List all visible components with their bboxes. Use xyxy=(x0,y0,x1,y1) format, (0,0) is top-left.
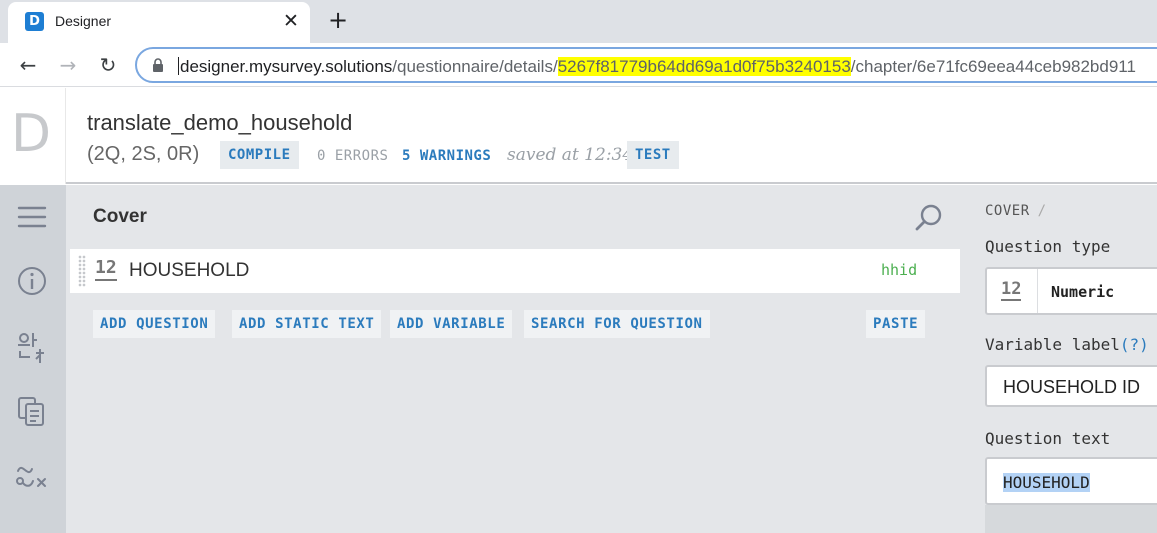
add-variable-button[interactable]: ADD VARIABLE xyxy=(390,310,513,338)
question-row[interactable]: 12 HOUSEHOLD hhid xyxy=(70,249,960,293)
text-caret xyxy=(178,57,179,75)
chapter-editor: Cover 12 HOUSEHOLD hhid ADD QUESTION ADD… xyxy=(66,185,960,533)
errors-count[interactable]: 0 ERRORS xyxy=(317,148,388,164)
designer-logo[interactable]: D xyxy=(11,104,51,164)
question-type-select[interactable]: 12 Numeric xyxy=(985,267,1157,315)
numeric-type-icon: 12 xyxy=(1001,279,1022,301)
url-path-prefix: /questionnaire/details/ xyxy=(392,57,558,76)
url-text[interactable]: designer.mysurvey.solutions/questionnair… xyxy=(178,57,1136,77)
breadcrumb-cover[interactable]: COVER xyxy=(985,203,1030,219)
variable-label-label: Variable label(?) xyxy=(985,335,1149,354)
compile-button[interactable]: COMPILE xyxy=(220,141,299,169)
chapter-title: Cover xyxy=(93,206,147,227)
numeric-type-icon: 12 xyxy=(95,257,117,281)
address-bar[interactable]: designer.mysurvey.solutions/questionnair… xyxy=(135,47,1157,83)
help-icon[interactable]: (?) xyxy=(1120,335,1149,354)
question-type-value: Numeric xyxy=(1051,283,1115,301)
copy-icon[interactable] xyxy=(14,393,50,429)
search-icon[interactable] xyxy=(914,203,944,233)
breadcrumb-separator: / xyxy=(1037,203,1047,219)
variable-label-value: HOUSEHOLD ID xyxy=(1003,377,1141,397)
designer-favicon-icon: D xyxy=(25,12,44,31)
browser-tab[interactable]: D Designer ✕ xyxy=(8,2,310,43)
divider xyxy=(1037,269,1038,313)
tab-title: Designer xyxy=(55,13,112,29)
drag-handle-icon[interactable] xyxy=(78,255,86,287)
forward-button[interactable]: → xyxy=(54,51,82,79)
translate-icon[interactable] xyxy=(14,329,50,365)
variable-label-text: Variable label xyxy=(985,335,1120,354)
question-text-label: Question text xyxy=(985,429,1111,448)
menu-icon[interactable] xyxy=(14,199,50,235)
chapter-header: Cover xyxy=(66,185,960,247)
add-static-text-button[interactable]: ADD STATIC TEXT xyxy=(232,310,382,338)
question-variable: hhid xyxy=(881,261,918,279)
left-rail xyxy=(0,185,66,533)
test-button[interactable]: TEST xyxy=(627,141,679,169)
editor-toolbar xyxy=(985,505,1157,533)
question-text-value: HOUSEHOLD xyxy=(1003,473,1090,492)
back-button[interactable]: ← xyxy=(14,51,42,79)
browser-tab-strip: D Designer ✕ + xyxy=(0,0,1157,43)
question-text-editor[interactable]: HOUSEHOLD xyxy=(985,457,1157,505)
question-type-label: Question type xyxy=(985,237,1111,256)
questionnaire-header: translate_demo_household (2Q, 2S, 0R) CO… xyxy=(66,88,1157,184)
info-icon[interactable] xyxy=(14,263,50,299)
url-host: designer.mysurvey.solutions xyxy=(180,57,393,76)
questionnaire-stats: (2Q, 2S, 0R) xyxy=(87,143,200,165)
paste-button[interactable]: PASTE xyxy=(866,310,926,338)
new-tab-button[interactable]: + xyxy=(325,5,351,35)
question-properties-panel: COVER / Question type 12 Numeric Variable… xyxy=(960,185,1157,533)
url-path-suffix: /chapter/6e71fc69eea44ceb982bd911 xyxy=(850,57,1136,76)
browser-toolbar: ← → ↻ designer.mysurvey.solutions/questi… xyxy=(0,43,1157,87)
questionnaire-title: translate_demo_household xyxy=(87,110,353,135)
variable-label-input[interactable]: HOUSEHOLD ID xyxy=(985,365,1157,407)
lock-icon[interactable] xyxy=(152,58,164,72)
saved-status: saved at 12:34 xyxy=(507,145,634,165)
reload-button[interactable]: ↻ xyxy=(94,51,122,79)
warnings-link[interactable]: 5 WARNINGS xyxy=(402,148,491,164)
search-for-question-button[interactable]: SEARCH FOR QUESTION xyxy=(524,310,710,338)
close-tab-icon[interactable]: ✕ xyxy=(280,9,302,33)
variables-icon[interactable] xyxy=(14,457,50,493)
app-logo-area: D xyxy=(0,88,66,184)
breadcrumb: COVER / xyxy=(985,203,1047,219)
question-text: HOUSEHOLD xyxy=(129,260,250,281)
url-questionnaire-id: 5267f81779b64dd69a1d0f75b3240153 xyxy=(557,57,851,76)
add-question-button[interactable]: ADD QUESTION xyxy=(93,310,216,338)
